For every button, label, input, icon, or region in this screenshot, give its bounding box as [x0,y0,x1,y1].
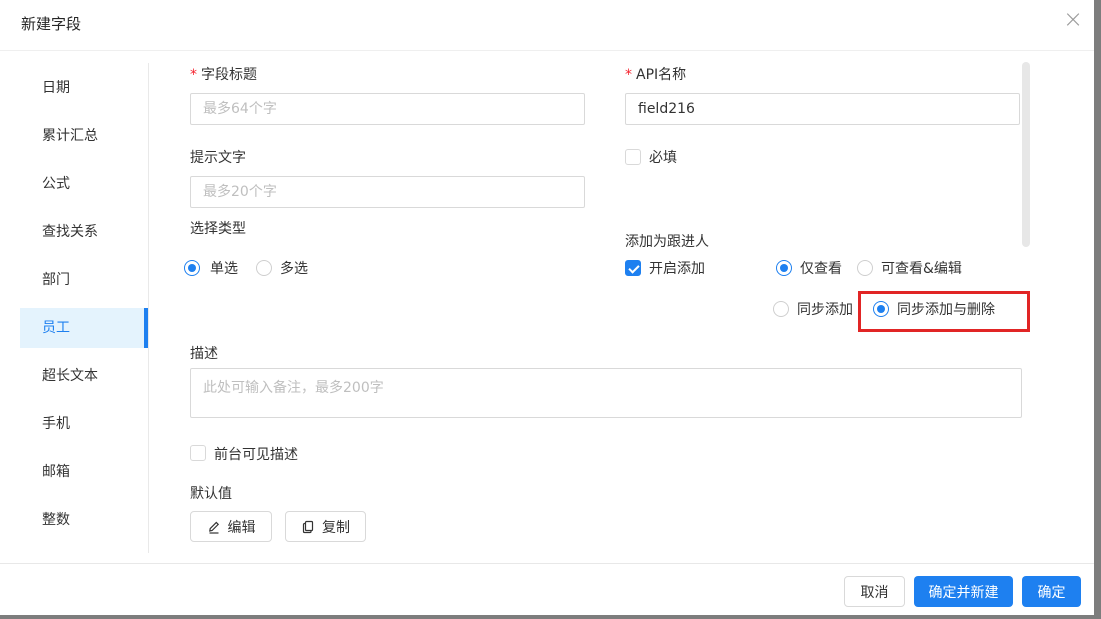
radio-view-only-label[interactable]: 仅查看 [800,260,842,278]
copy-button[interactable]: 复制 [285,511,366,542]
radio-view-edit[interactable] [857,260,873,276]
api-name-input[interactable] [625,93,1020,125]
add-follower-label: 添加为跟进人 [625,232,709,252]
sidebar-item-rollup[interactable]: 累计汇总 [20,116,148,156]
radio-view-edit-label[interactable]: 可查看&编辑 [881,260,962,278]
radio-single-label[interactable]: 单选 [210,260,238,278]
sidebar-divider [148,63,149,553]
scrollbar-thumb[interactable] [1022,62,1030,247]
sidebar-item-date[interactable]: 日期 [20,68,148,108]
field-title-input[interactable] [190,93,585,125]
front-visible-checkbox-label[interactable]: 前台可见描述 [214,446,298,464]
enable-add-checkbox[interactable] [625,260,641,276]
sidebar-item-integer[interactable]: 整数 [20,500,148,540]
sidebar-item-longtext[interactable]: 超长文本 [20,356,148,396]
radio-sync-add[interactable] [773,301,789,317]
dialog-title: 新建字段 [21,13,81,34]
field-title-label: *字段标题 [190,65,257,85]
radio-multiple[interactable] [256,260,272,276]
default-value-label: 默认值 [190,484,232,504]
required-checkbox[interactable] [625,149,641,165]
cancel-button[interactable]: 取消 [844,576,905,607]
confirm-and-new-button[interactable]: 确定并新建 [914,576,1013,607]
sidebar-item-employee[interactable]: 员工 [20,308,148,348]
description-textarea[interactable] [190,368,1022,418]
hint-text-label: 提示文字 [190,148,246,168]
edit-button[interactable]: 编辑 [190,511,272,542]
confirm-button[interactable]: 确定 [1022,576,1081,607]
new-field-dialog: 新建字段 × 日期 累计汇总 公式 查找关系 部门 员工 超长文本 手机 邮箱 … [0,0,1101,619]
radio-sync-add-label[interactable]: 同步添加 [797,301,853,319]
sidebar-item-email[interactable]: 邮箱 [20,452,148,492]
required-star: * [625,67,632,83]
enable-add-checkbox-label[interactable]: 开启添加 [649,260,705,278]
copy-icon [301,520,315,534]
sidebar-item-lookup[interactable]: 查找关系 [20,212,148,252]
header-divider [0,50,1094,51]
sidebar-item-department[interactable]: 部门 [20,260,148,300]
pencil-icon [207,520,221,534]
sidebar-item-formula[interactable]: 公式 [20,164,148,204]
required-checkbox-label[interactable]: 必填 [649,149,677,167]
radio-single[interactable] [184,260,200,276]
hint-text-input[interactable] [190,176,585,208]
radio-view-only[interactable] [776,260,792,276]
description-label: 描述 [190,344,218,364]
window-right-edge [1094,0,1101,619]
select-type-label: 选择类型 [190,219,246,239]
required-star: * [190,67,197,83]
radio-sync-add-delete[interactable] [873,301,889,317]
front-visible-checkbox[interactable] [190,445,206,461]
close-icon[interactable]: × [1058,4,1088,34]
radio-sync-add-delete-label[interactable]: 同步添加与删除 [897,301,995,319]
footer-divider [0,563,1094,564]
window-bottom-edge [0,615,1101,619]
api-name-label: *API名称 [625,65,686,85]
sidebar-item-phone[interactable]: 手机 [20,404,148,444]
radio-multiple-label[interactable]: 多选 [280,260,308,278]
